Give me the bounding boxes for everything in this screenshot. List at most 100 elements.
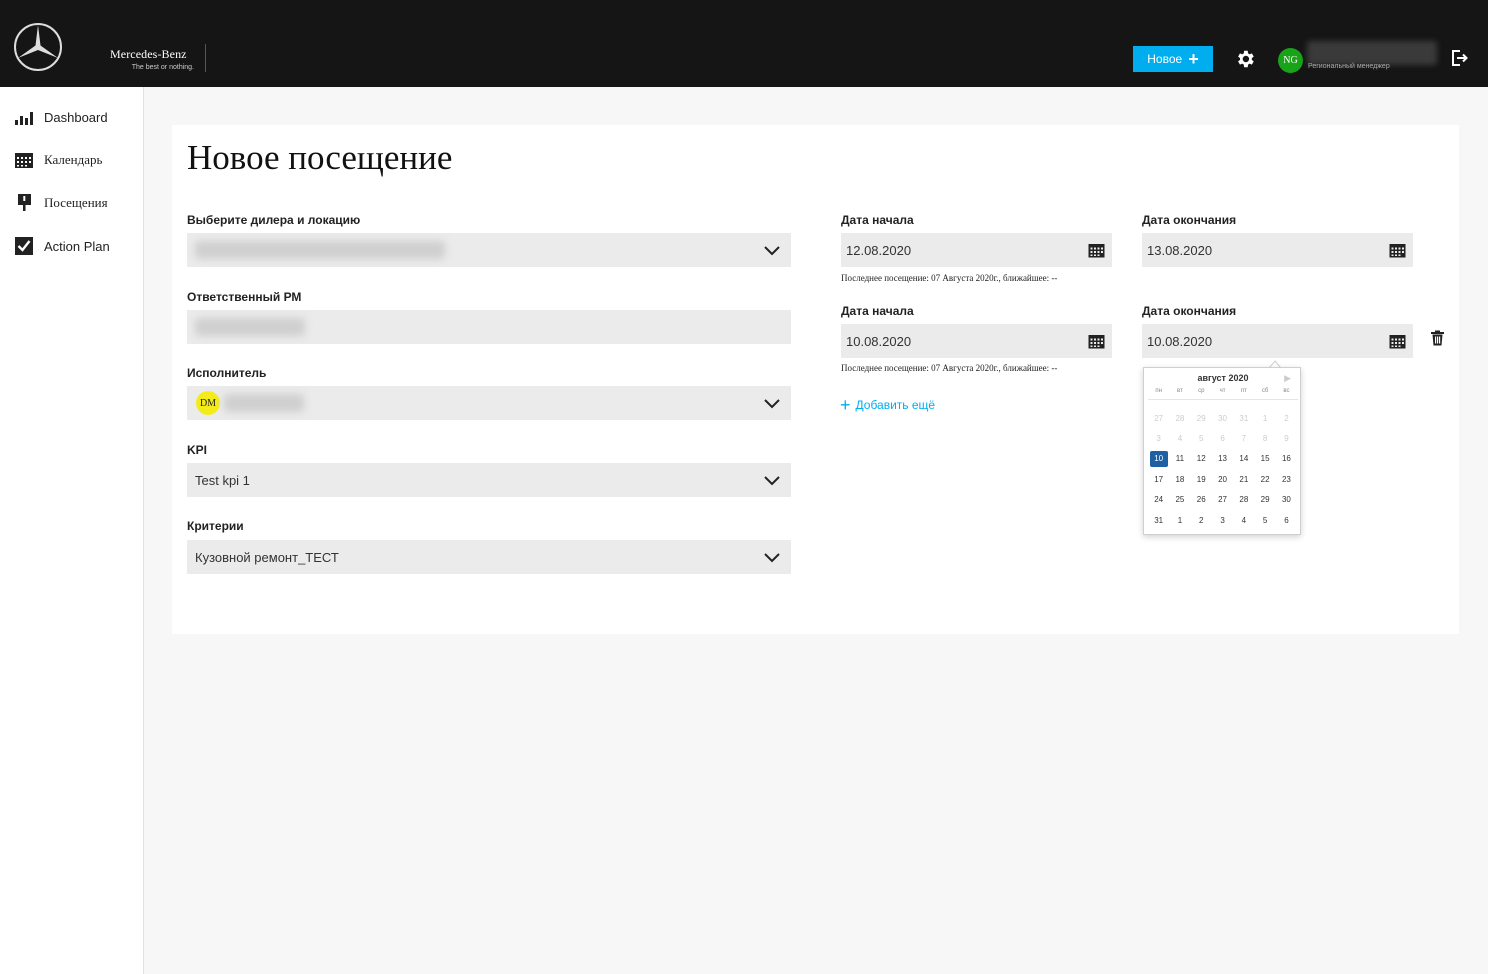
dealer-select[interactable] bbox=[187, 233, 791, 267]
datepicker-day[interactable]: 1 bbox=[1169, 510, 1190, 530]
criteria-value: Кузовной ремонт_ТЕСТ bbox=[195, 549, 339, 565]
datepicker-day[interactable]: 28 bbox=[1233, 490, 1254, 510]
calendar-icon[interactable] bbox=[1088, 333, 1105, 349]
mercedes-star-logo[interactable] bbox=[13, 22, 63, 72]
datepicker-day[interactable]: 29 bbox=[1191, 408, 1212, 428]
datepicker-day[interactable]: 10 bbox=[1148, 449, 1169, 469]
day-number: 30 bbox=[1218, 413, 1227, 423]
datepicker-day[interactable]: 19 bbox=[1191, 469, 1212, 489]
datepicker-day[interactable]: 15 bbox=[1254, 449, 1275, 469]
brand-wordmark: Mercedes-Benz The best or nothing. bbox=[110, 47, 206, 71]
datepicker-day[interactable]: 23 bbox=[1276, 469, 1297, 489]
criteria-select[interactable]: Кузовной ремонт_ТЕСТ bbox=[187, 540, 791, 574]
day-number: 11 bbox=[1175, 454, 1185, 464]
datepicker-day[interactable]: 30 bbox=[1212, 408, 1233, 428]
weekday-label: вт bbox=[1177, 388, 1183, 394]
add-more-link[interactable]: + Добавить ещё bbox=[840, 396, 935, 414]
last-visit-hint: Последнее посещение: 07 Августа 2020г., … bbox=[841, 273, 1058, 283]
weekday-label: пт bbox=[1240, 388, 1247, 394]
logout-icon[interactable] bbox=[1450, 49, 1468, 67]
datepicker-day[interactable]: 7 bbox=[1233, 428, 1254, 448]
datepicker-day[interactable]: 9 bbox=[1276, 428, 1297, 448]
calendar-icon[interactable] bbox=[1088, 242, 1105, 258]
kpi-select[interactable]: Test kpi 1 bbox=[187, 463, 791, 497]
user-name-redacted bbox=[1307, 41, 1437, 65]
plus-icon: + bbox=[840, 395, 851, 415]
datepicker-day[interactable]: 2 bbox=[1276, 408, 1297, 428]
datepicker-day[interactable]: 26 bbox=[1191, 490, 1212, 510]
datepicker-day[interactable]: 27 bbox=[1212, 490, 1233, 510]
datepicker-day[interactable]: 4 bbox=[1169, 428, 1190, 448]
new-button-label: Новое bbox=[1147, 52, 1183, 66]
chevron-down-icon bbox=[764, 399, 780, 409]
sidebar-item-dashboard[interactable]: Dashboard bbox=[14, 107, 108, 127]
day-number: 3 bbox=[1156, 434, 1161, 444]
datepicker-day[interactable]: 1 bbox=[1254, 408, 1275, 428]
sidebar-item-visits[interactable]: Посещения bbox=[14, 193, 108, 213]
datepicker-day[interactable]: 17 bbox=[1148, 469, 1169, 489]
gear-icon[interactable] bbox=[1234, 48, 1256, 70]
new-button[interactable]: Новое + bbox=[1133, 46, 1213, 72]
datepicker-day[interactable]: 8 bbox=[1254, 428, 1275, 448]
end-date-value: 10.08.2020 bbox=[1147, 333, 1213, 349]
day-number: 22 bbox=[1260, 474, 1270, 484]
datepicker-day[interactable]: 31 bbox=[1233, 408, 1254, 428]
day-number: 24 bbox=[1154, 495, 1164, 505]
datepicker-weekdays: пн вт ср чт пт сб вс bbox=[1148, 388, 1297, 394]
day-number: 15 bbox=[1260, 454, 1270, 464]
sidebar-item-action-plan[interactable]: Action Plan bbox=[14, 236, 110, 256]
datepicker-day[interactable]: 13 bbox=[1212, 449, 1233, 469]
top-bar: Mercedes-Benz The best or nothing. Новое… bbox=[0, 0, 1488, 87]
day-number: 27 bbox=[1154, 413, 1164, 423]
calendar-icon[interactable] bbox=[1389, 333, 1406, 349]
plus-icon: + bbox=[1188, 49, 1199, 69]
datepicker-day[interactable]: 4 bbox=[1233, 510, 1254, 530]
executor-avatar: DM bbox=[196, 391, 220, 415]
bar-chart-icon bbox=[15, 112, 33, 125]
datepicker-day[interactable]: 25 bbox=[1169, 490, 1190, 510]
trash-icon[interactable] bbox=[1430, 330, 1445, 346]
datepicker-day[interactable]: 11 bbox=[1169, 449, 1190, 469]
datepicker-day[interactable]: 5 bbox=[1191, 428, 1212, 448]
datepicker-day[interactable]: 21 bbox=[1233, 469, 1254, 489]
start-date-label: Дата начала bbox=[841, 304, 914, 318]
datepicker-day[interactable]: 28 bbox=[1169, 408, 1190, 428]
executor-select[interactable]: DM bbox=[187, 386, 791, 420]
datepicker-day[interactable]: 29 bbox=[1254, 490, 1275, 510]
sidebar-item-calendar[interactable]: Календарь bbox=[14, 150, 102, 170]
datepicker-day[interactable]: 18 bbox=[1169, 469, 1190, 489]
datepicker-day[interactable]: 24 bbox=[1148, 490, 1169, 510]
day-number: 5 bbox=[1199, 434, 1204, 444]
chevron-right-icon[interactable]: ▶ bbox=[1284, 373, 1291, 384]
datepicker-day[interactable]: 22 bbox=[1254, 469, 1275, 489]
datepicker-day[interactable]: 16 bbox=[1276, 449, 1297, 469]
datepicker-day[interactable]: 2 bbox=[1191, 510, 1212, 530]
day-number: 23 bbox=[1281, 474, 1291, 484]
datepicker-day[interactable]: 20 bbox=[1212, 469, 1233, 489]
calendar-icon[interactable] bbox=[1389, 242, 1406, 258]
datepicker-day[interactable]: 3 bbox=[1148, 428, 1169, 448]
datepicker-day[interactable]: 5 bbox=[1254, 510, 1275, 530]
datepicker-day[interactable]: 14 bbox=[1233, 449, 1254, 469]
user-avatar[interactable]: NG bbox=[1278, 48, 1303, 73]
datepicker-day[interactable]: 30 bbox=[1276, 490, 1297, 510]
datepicker-day[interactable]: 6 bbox=[1276, 510, 1297, 530]
brand-divider bbox=[205, 44, 206, 72]
weekday-label: сб bbox=[1261, 388, 1269, 394]
datepicker-day[interactable]: 27 bbox=[1148, 408, 1169, 428]
start-date-input[interactable]: 12.08.2020 bbox=[841, 233, 1112, 267]
datepicker-day[interactable]: 31 bbox=[1148, 510, 1169, 530]
day-number: 28 bbox=[1239, 495, 1249, 505]
kpi-value: Test kpi 1 bbox=[195, 472, 250, 488]
datepicker-day[interactable]: 6 bbox=[1212, 428, 1233, 448]
end-date-input[interactable]: 13.08.2020 bbox=[1142, 233, 1413, 267]
datepicker-days: 27 28 29 30 31 1 2 3 4 5 6 7 8 9 10 11 12 13 14 15 16 17 18 19 2… bbox=[1148, 408, 1297, 530]
rm-field[interactable] bbox=[187, 310, 791, 344]
datepicker-day[interactable]: 3 bbox=[1212, 510, 1233, 530]
day-number: 7 bbox=[1241, 434, 1247, 444]
day-number: 17 bbox=[1154, 474, 1164, 484]
datepicker-day[interactable]: 12 bbox=[1191, 449, 1212, 469]
weekday-label: чт bbox=[1219, 388, 1226, 394]
end-date-input[interactable]: 10.08.2020 bbox=[1142, 324, 1413, 358]
start-date-input[interactable]: 10.08.2020 bbox=[841, 324, 1112, 358]
